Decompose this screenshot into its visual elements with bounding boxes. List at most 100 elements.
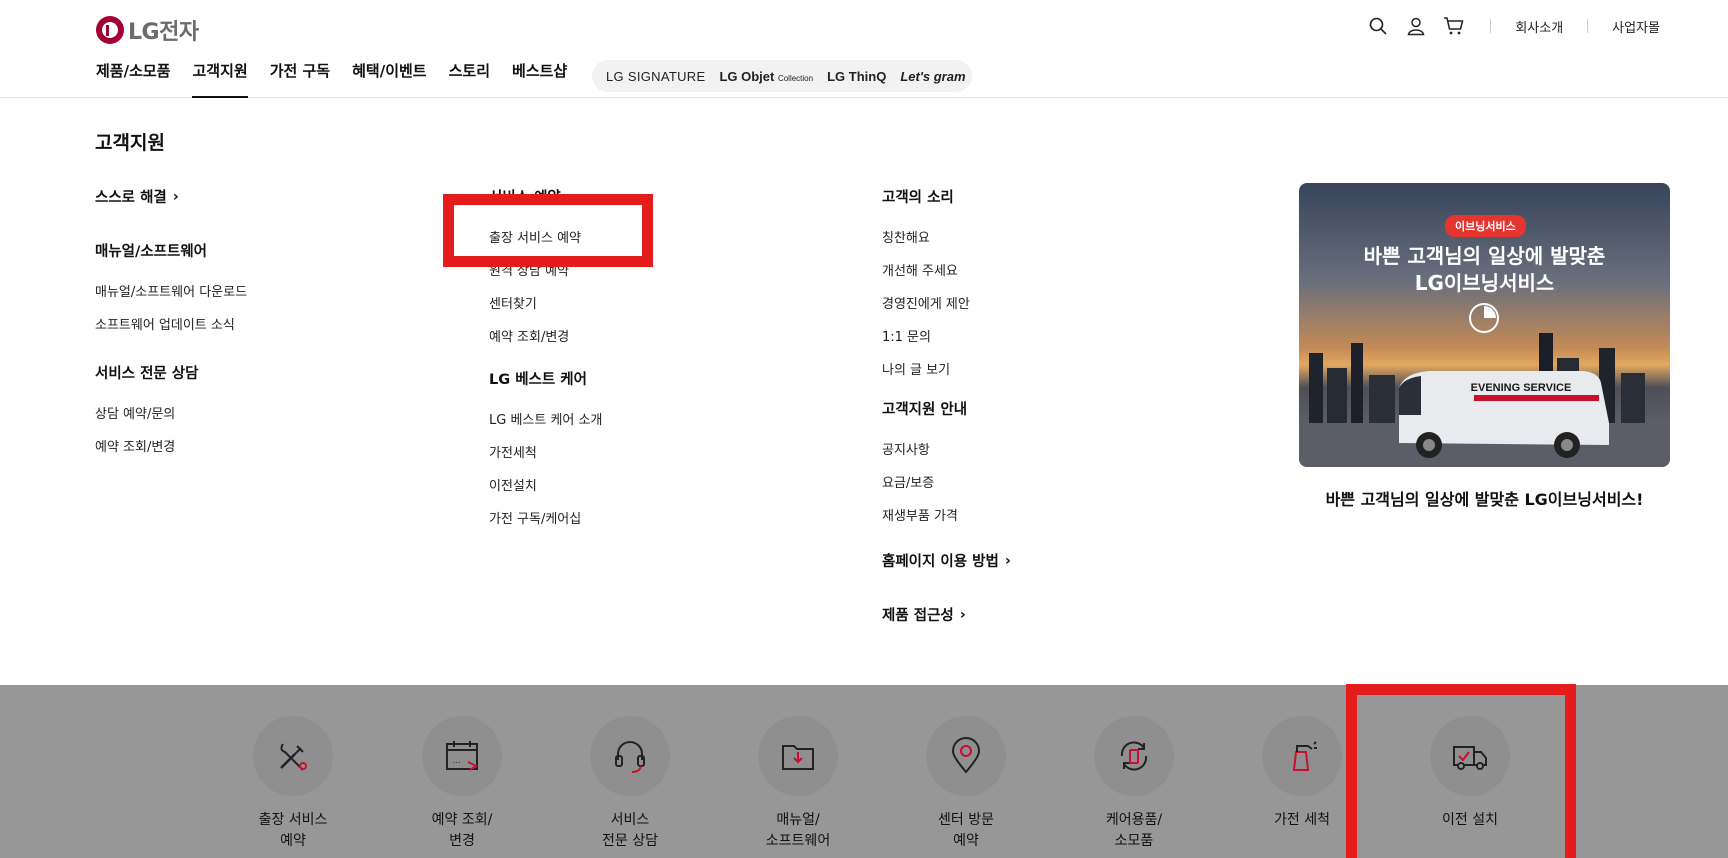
lg-logo[interactable]: LG전자 xyxy=(96,14,199,46)
svg-text:...: ... xyxy=(453,755,461,765)
appliance-cleaning-link[interactable]: 가전세척 xyxy=(489,442,602,461)
quick-label-line2: 전문 상담 xyxy=(602,833,658,849)
quick-label: 예약 조회/변경 xyxy=(387,810,537,852)
col-howto: 홈페이지 이용 방법 › xyxy=(882,550,1011,571)
col-self-help: 스스로 해결 › xyxy=(95,186,179,207)
utility-bar: 회사소개 사업자몰 xyxy=(1352,14,1660,38)
fee-warranty-link[interactable]: 요금/보증 xyxy=(882,472,967,491)
manual-download-link[interactable]: 매뉴얼/소프트웨어 다운로드 xyxy=(95,281,247,300)
self-solve-label: 스스로 해결 xyxy=(95,190,167,206)
improve-link[interactable]: 개선해 주세요 xyxy=(882,260,970,279)
relocation-install-link[interactable]: 이전설치 xyxy=(489,475,602,494)
nav-support[interactable]: 고객지원 xyxy=(192,60,248,98)
quick-care-supplies[interactable]: 케어용품/소모품 xyxy=(1059,716,1209,852)
city-van-illustration: EVENING SERVICE xyxy=(1299,303,1670,467)
quick-center-visit[interactable]: 센터 방문예약 xyxy=(891,716,1041,852)
accessibility-label: 제품 접근성 xyxy=(882,608,954,624)
spray-cleaner-icon xyxy=(1262,716,1342,796)
nav-bestshop[interactable]: 베스트샵 xyxy=(512,60,567,98)
mega-menu-title: 고객지원 xyxy=(95,132,165,154)
chevron-right-icon: › xyxy=(959,606,966,623)
quick-label-line2: 예약 xyxy=(280,833,306,849)
howto-label: 홈페이지 이용 방법 xyxy=(882,554,999,570)
logo-text: LG전자 xyxy=(128,20,199,45)
quick-label-line1: 케어용품/ xyxy=(1105,812,1163,828)
reserve-check-link[interactable]: 예약 조회/변경 xyxy=(489,326,581,345)
user-icon[interactable] xyxy=(1404,14,1428,38)
my-posts-link[interactable]: 나의 글 보기 xyxy=(882,359,970,378)
highlight-box-reserve xyxy=(443,194,653,267)
col-guide: 고객지원 안내 공지사항 요금/보증 재생부품 가격 xyxy=(882,398,967,524)
quick-visit-service[interactable]: 출장 서비스예약 xyxy=(218,716,368,852)
brand-objet-collection: Collection xyxy=(777,73,814,83)
bestcare-group-title: LG 베스트 케어 xyxy=(489,372,587,388)
consult-group-title: 서비스 전문 상담 xyxy=(95,366,199,382)
col-manual: 매뉴얼/소프트웨어 매뉴얼/소프트웨어 다운로드 소프트웨어 업데이트 소식 xyxy=(95,240,247,333)
center-find-link[interactable]: 센터찾기 xyxy=(489,293,581,312)
col-consult: 서비스 전문 상담 상담 예약/문의 예약 조회/변경 xyxy=(95,362,198,455)
chevron-right-icon: › xyxy=(1004,552,1011,569)
quick-manual-software[interactable]: 매뉴얼/소프트웨어 xyxy=(723,716,873,852)
guide-group-title: 고객지원 안내 xyxy=(882,402,968,418)
search-icon[interactable] xyxy=(1366,14,1390,38)
software-update-link[interactable]: 소프트웨어 업데이트 소식 xyxy=(95,314,247,333)
care-subscription-link[interactable]: 가전 구독/케어십 xyxy=(489,508,602,527)
quick-reserve-check[interactable]: ... 예약 조회/변경 xyxy=(387,716,537,852)
quick-label: 매뉴얼/소프트웨어 xyxy=(723,810,873,852)
bestcare-intro-link[interactable]: LG 베스트 케어 소개 xyxy=(489,409,602,428)
voice-group-title: 고객의 소리 xyxy=(882,190,954,206)
brand-thinq[interactable]: LG ThinQ xyxy=(827,69,886,84)
headset-icon xyxy=(590,716,670,796)
van-text: EVENING SERVICE xyxy=(1471,382,1572,394)
self-solve-link[interactable]: 스스로 해결 › xyxy=(95,186,179,207)
inquiry-link[interactable]: 1:1 문의 xyxy=(882,326,970,345)
calendar-icon: ... xyxy=(422,716,502,796)
quick-label-line2: 소프트웨어 xyxy=(765,833,831,849)
col-bestcare: LG 베스트 케어 LG 베스트 케어 소개 가전세척 이전설치 가전 구독/케… xyxy=(489,368,602,527)
brand-gram[interactable]: Let's gram xyxy=(900,69,965,84)
nav-story[interactable]: 스토리 xyxy=(449,60,490,98)
consult-reserve-link[interactable]: 상담 예약/문의 xyxy=(95,403,198,422)
quick-label: 센터 방문예약 xyxy=(891,810,1041,852)
folder-download-icon xyxy=(758,716,838,796)
highlight-box-relocation xyxy=(1346,684,1576,858)
divider xyxy=(1587,19,1589,33)
notice-link[interactable]: 공지사항 xyxy=(882,439,967,458)
promo-banner[interactable]: 이브닝서비스 바쁜 고객님의 일상에 발맞춘 LG이브닝서비스 EVENING … xyxy=(1299,183,1670,467)
quick-label-line2: 예약 xyxy=(953,833,979,849)
col-access: 제품 접근성 › xyxy=(882,604,966,625)
location-pin-icon xyxy=(926,716,1006,796)
promo-caption[interactable]: 바쁜 고객님의 일상에 발맞춘 LG이브닝서비스! xyxy=(1299,486,1670,510)
accessibility-link[interactable]: 제품 접근성 › xyxy=(882,604,966,625)
quick-label: 서비스전문 상담 xyxy=(555,810,705,852)
quick-label: 케어용품/소모품 xyxy=(1059,810,1209,852)
brand-links: LG SIGNATURE LG Objet Collection LG Thin… xyxy=(592,60,972,92)
nav-products[interactable]: 제품/소모품 xyxy=(96,60,170,98)
quick-label-line1: 서비스 xyxy=(610,812,650,828)
quick-label-line2: 변경 xyxy=(449,833,475,849)
col-voice: 고객의 소리 칭찬해요 개선해 주세요 경영진에게 제안 1:1 문의 나의 글… xyxy=(882,186,970,378)
chevron-right-icon: › xyxy=(172,188,179,205)
reman-parts-link[interactable]: 재생부품 가격 xyxy=(882,505,967,524)
manual-group-title: 매뉴얼/소프트웨어 xyxy=(95,244,208,260)
brand-objet[interactable]: LG Objet Collection xyxy=(719,69,813,84)
praise-link[interactable]: 칭찬해요 xyxy=(882,227,970,246)
nav-subscription[interactable]: 가전 구독 xyxy=(270,60,330,98)
howto-link[interactable]: 홈페이지 이용 방법 › xyxy=(882,550,1011,571)
consult-check-link[interactable]: 예약 조회/변경 xyxy=(95,436,198,455)
quick-label-line1: 센터 방문 xyxy=(938,812,994,828)
tools-icon xyxy=(253,716,333,796)
quick-expert-consult[interactable]: 서비스전문 상담 xyxy=(555,716,705,852)
lg-logo-icon xyxy=(96,16,124,44)
cart-icon[interactable] xyxy=(1442,14,1466,38)
quick-label-line1: 출장 서비스 xyxy=(258,812,328,828)
main-nav: 제품/소모품 고객지원 가전 구독 혜택/이벤트 스토리 베스트샵 xyxy=(96,60,589,98)
quick-label-line2: 소모품 xyxy=(1114,833,1154,849)
company-intro-link[interactable]: 회사소개 xyxy=(1515,17,1563,36)
business-mall-link[interactable]: 사업자몰 xyxy=(1612,17,1660,36)
nav-benefits[interactable]: 혜택/이벤트 xyxy=(352,60,426,98)
suggest-link[interactable]: 경영진에게 제안 xyxy=(882,293,970,312)
quick-label-line1: 매뉴얼/ xyxy=(776,812,820,828)
brand-signature[interactable]: LG SIGNATURE xyxy=(606,69,705,84)
quick-label-line1: 예약 조회/ xyxy=(431,812,493,828)
